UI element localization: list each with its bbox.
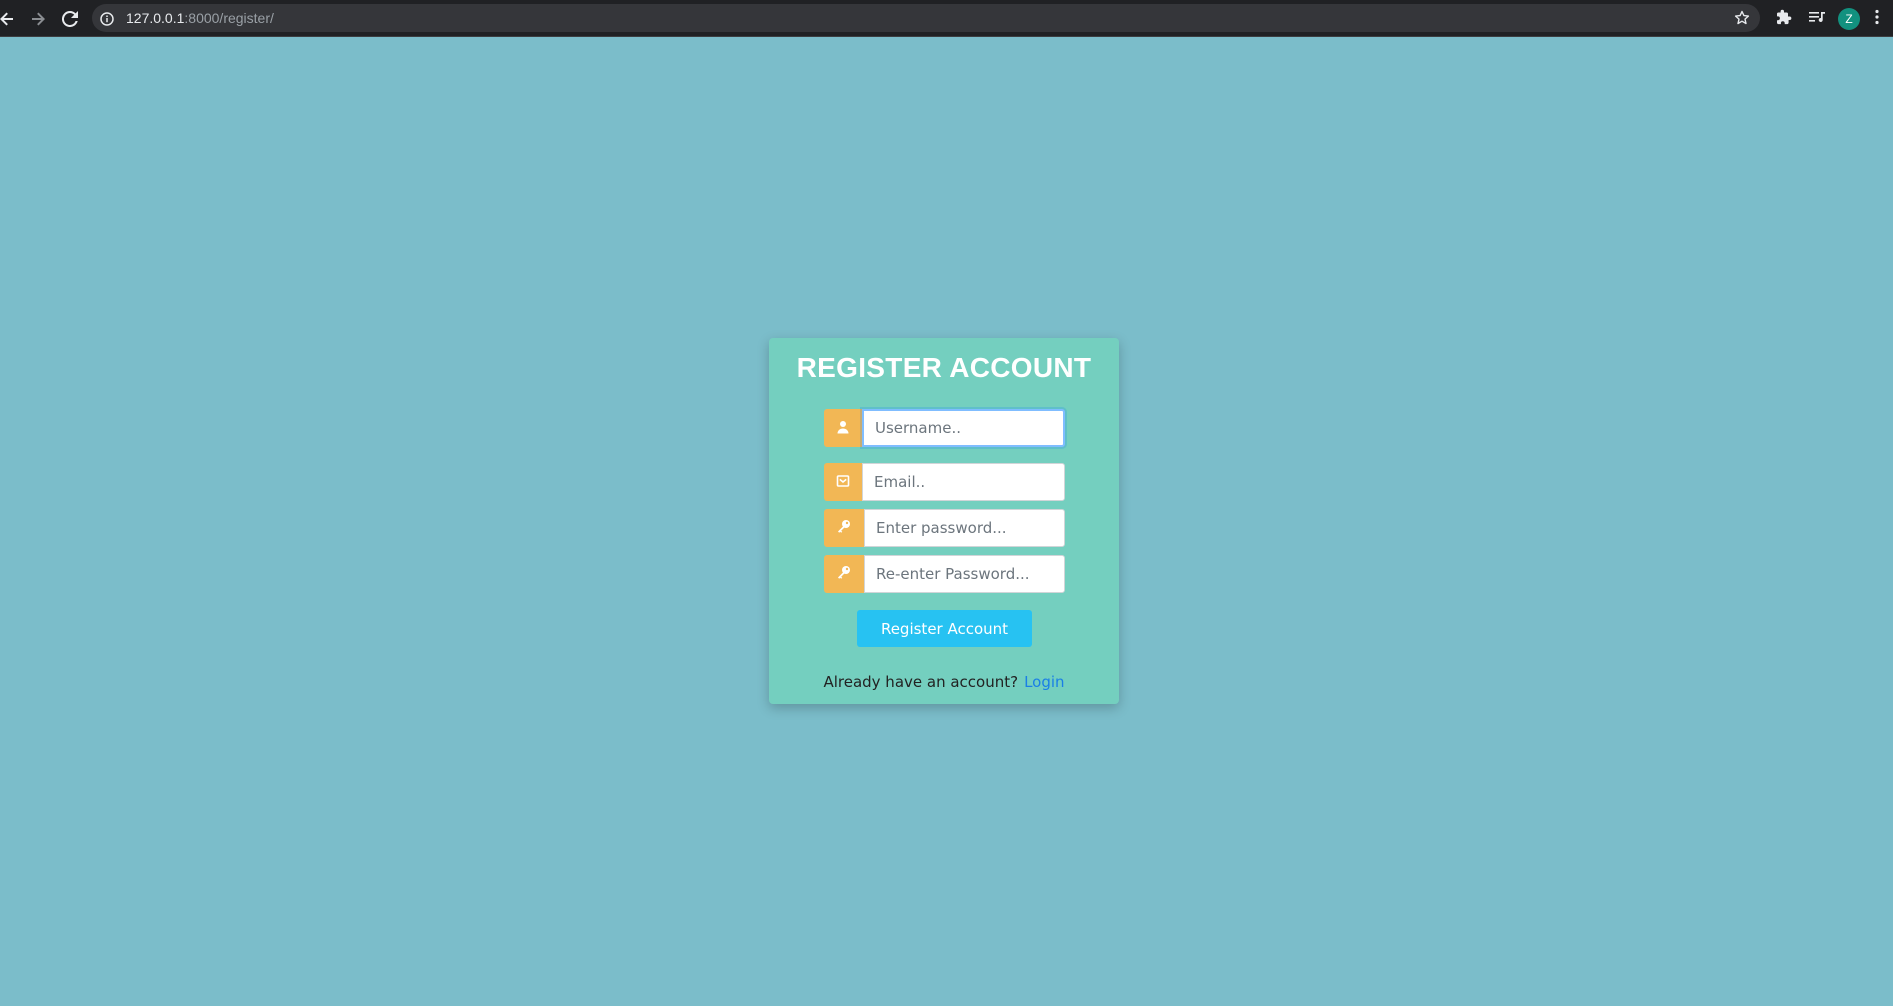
email-addon	[824, 463, 862, 501]
forward-button[interactable]	[27, 8, 49, 30]
star-icon[interactable]	[1734, 10, 1750, 30]
password-group	[824, 509, 1065, 547]
confirm-password-input[interactable]	[864, 555, 1065, 593]
url-host: 127.0.0.1	[126, 10, 185, 26]
register-account-button[interactable]: Register Account	[857, 610, 1032, 647]
reload-icon	[62, 11, 78, 27]
user-icon	[836, 419, 850, 438]
confirm-password-addon	[824, 555, 864, 593]
register-card: REGISTER ACCOUNT Username.. Email.. Regi…	[769, 338, 1119, 704]
info-icon[interactable]	[100, 11, 114, 30]
username-addon	[824, 409, 862, 447]
url-text: 127.0.0.1:8000/register/	[126, 10, 274, 26]
address-bar[interactable]: 127.0.0.1:8000/register/	[92, 4, 1760, 32]
password-input[interactable]	[864, 509, 1065, 547]
password-addon	[824, 509, 864, 547]
playlist-icon[interactable]	[1808, 9, 1826, 29]
email-group	[824, 463, 1065, 501]
envelope-icon	[836, 473, 850, 492]
key-icon	[836, 564, 852, 584]
login-prompt-text: Already have an account?	[823, 673, 1019, 691]
confirm-password-group	[824, 555, 1065, 593]
arrow-left-icon	[0, 11, 15, 27]
puzzle-icon[interactable]	[1776, 9, 1792, 29]
username-group	[824, 409, 1065, 447]
login-link[interactable]: Login	[1024, 673, 1064, 691]
browser-toolbar: 127.0.0.1:8000/register/ Z	[0, 0, 1893, 37]
url-path: :8000/register/	[184, 10, 274, 26]
kebab-menu-icon[interactable]	[1874, 9, 1880, 29]
username-input[interactable]	[862, 409, 1065, 447]
key-icon	[836, 518, 852, 538]
login-prompt: Already have an account? Login	[769, 672, 1119, 692]
back-button[interactable]	[0, 8, 18, 30]
reload-button[interactable]	[59, 8, 81, 30]
page-title: REGISTER ACCOUNT	[796, 352, 1092, 383]
email-input[interactable]	[862, 463, 1065, 501]
arrow-right-icon	[30, 11, 46, 27]
profile-avatar[interactable]: Z	[1838, 8, 1860, 30]
